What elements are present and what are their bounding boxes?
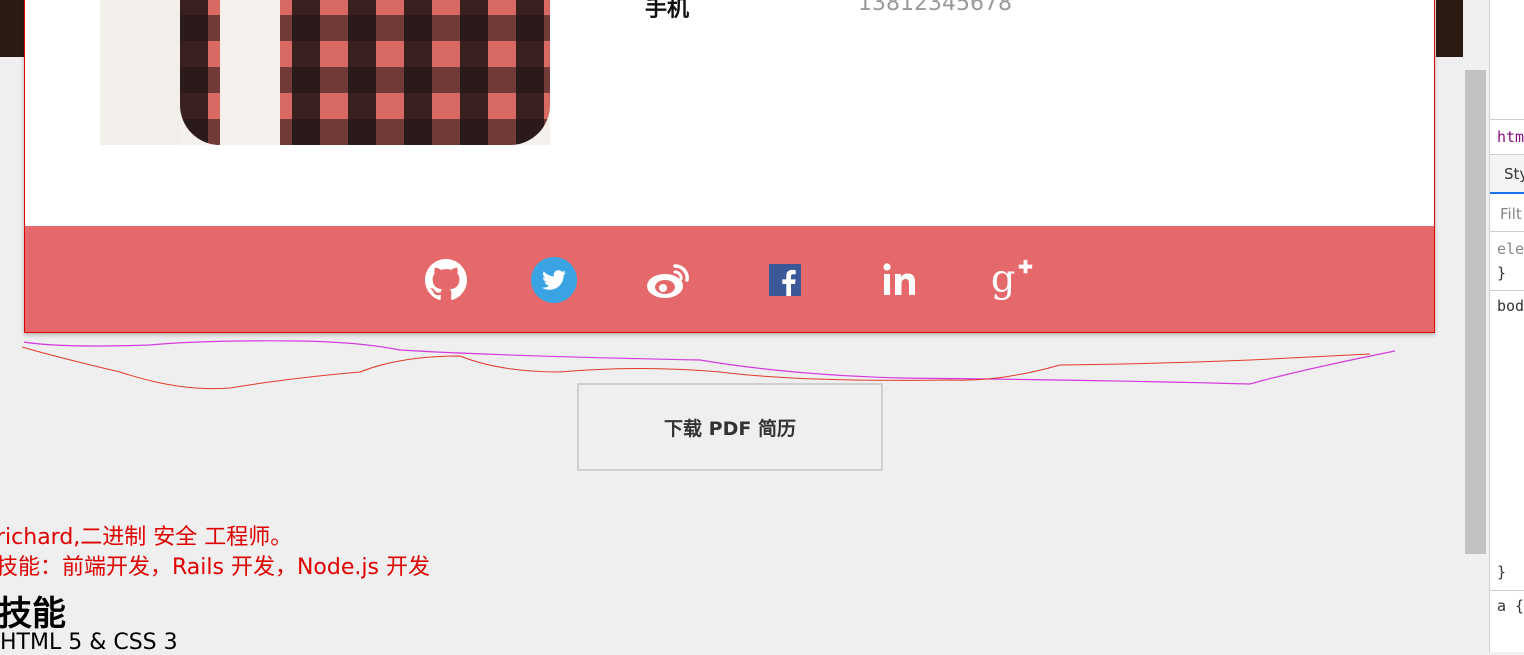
devtools-tab-label: Sty [1504,165,1524,183]
devtools-panel: htm Sty Filt ele } bod } a { [1489,0,1524,652]
devtools-styles-tab[interactable]: Sty [1490,154,1524,194]
devtools-rule-close: } [1497,264,1507,282]
scrollbar-thumb[interactable] [1465,70,1486,554]
intro-line-1: richard,二进制 安全 工程师。 [0,525,293,550]
header-background-right [1436,0,1463,57]
devtools-rule-selector: a { [1497,597,1524,615]
devtools-rule-close: } [1497,563,1507,581]
intro-line-2: 技能：前端开发，Rails 开发，Node.js 开发 [0,555,430,580]
intro-text: richard,二进制 安全 工程师。 技能：前端开发，Rails 开发，Nod… [0,523,430,583]
devtools-rule-selector: ele [1497,240,1524,258]
annotation-scribble [21,340,1396,390]
devtools-breadcrumb[interactable]: htm [1497,128,1524,146]
skill-item: HTML 5 & CSS 3 [0,630,178,655]
skills-heading: 技能 [0,594,66,634]
devtools-filter-placeholder: Filt [1500,205,1522,223]
devtools-filter-input[interactable]: Filt [1490,196,1524,232]
devtools-preview [1490,0,1524,120]
download-pdf-button[interactable]: 下载 PDF 简历 [577,383,883,471]
devtools-rule-selector: bod [1497,297,1524,315]
